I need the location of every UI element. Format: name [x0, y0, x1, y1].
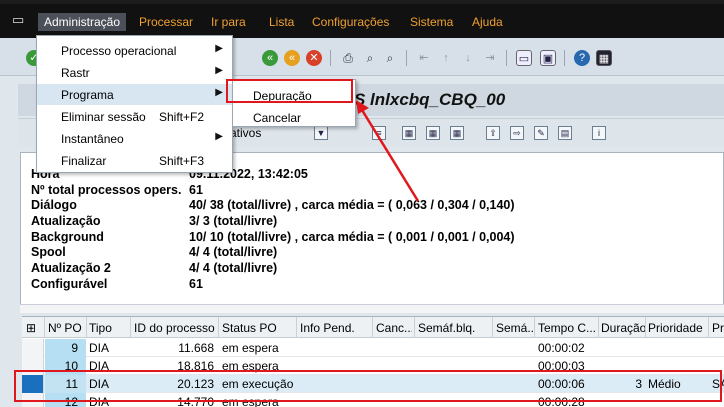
annotation-arrow	[356, 100, 420, 202]
